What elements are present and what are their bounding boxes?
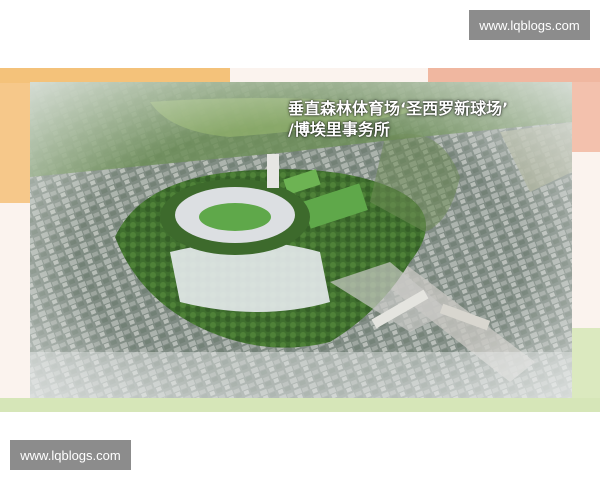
stadium-aerial-photo: 垂直森林体育场‘圣西罗新球场’ /博埃里事务所 bbox=[30, 82, 572, 398]
bottom-fog bbox=[30, 352, 572, 398]
frame-accent-bottom bbox=[0, 398, 600, 412]
frame-accent-top-right bbox=[428, 68, 600, 82]
caption-line-1: 垂直森林体育场‘圣西罗新球场’ bbox=[288, 99, 509, 118]
frame-accent-left bbox=[0, 83, 30, 203]
frame-accent-top-left bbox=[0, 68, 230, 83]
watermark-top: www.lqblogs.com bbox=[469, 10, 590, 40]
watermark-bottom: www.lqblogs.com bbox=[10, 440, 131, 470]
watermark-bottom-text: www.lqblogs.com bbox=[20, 447, 121, 463]
frame-accent-bottom-right bbox=[572, 328, 600, 398]
photo-caption: 垂直森林体育场‘圣西罗新球场’ /博埃里事务所 bbox=[288, 98, 568, 140]
watermark-top-text: www.lqblogs.com bbox=[479, 17, 580, 33]
caption-line-2: /博埃里事务所 bbox=[288, 120, 390, 139]
frame-accent-right bbox=[572, 82, 600, 152]
